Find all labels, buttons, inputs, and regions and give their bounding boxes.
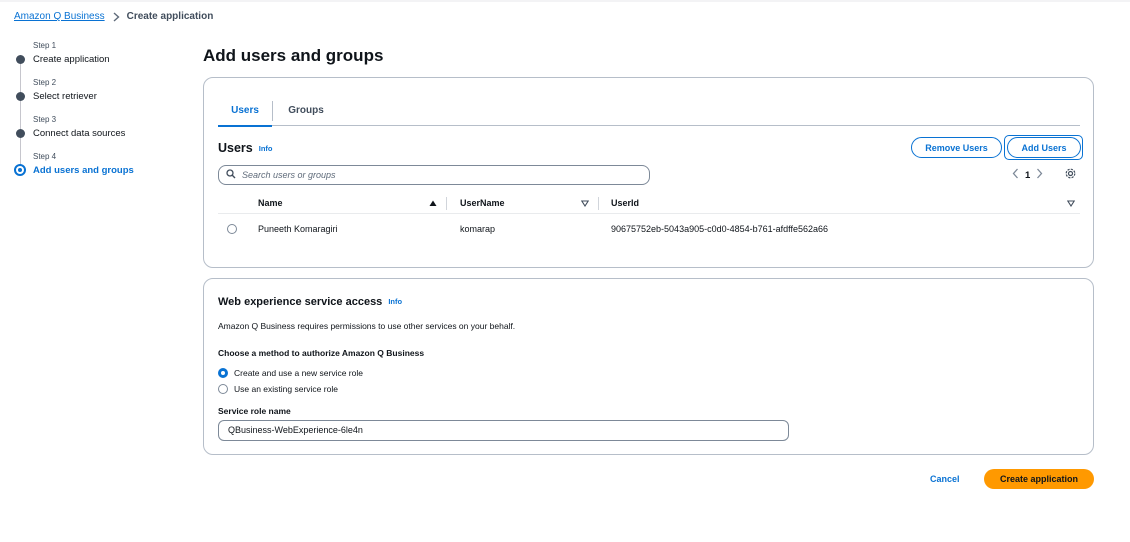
service-description: Amazon Q Business requires permissions t… bbox=[218, 321, 516, 331]
step-4: Step 4 Add users and groups bbox=[14, 152, 185, 189]
radio-unselected[interactable] bbox=[218, 384, 228, 394]
step-label: Create application bbox=[33, 54, 110, 65]
option-existing-role[interactable]: Use an existing service role bbox=[218, 384, 338, 394]
column-name[interactable]: Name bbox=[258, 198, 283, 208]
tab-users[interactable]: Users bbox=[218, 100, 272, 127]
column-divider bbox=[598, 197, 599, 210]
step-3[interactable]: Step 3 Connect data sources bbox=[15, 115, 185, 166]
step-number: Step 4 bbox=[33, 152, 57, 161]
remove-users-button[interactable]: Remove Users bbox=[911, 137, 1002, 158]
users-panel: Users Groups Users Info Remove Users Add … bbox=[203, 77, 1094, 268]
step-label: Select retriever bbox=[33, 91, 97, 102]
step-label: Add users and groups bbox=[33, 165, 134, 176]
cell-userid: 90675752eb-5043a905-c0d0-4854-b761-afdff… bbox=[611, 224, 829, 234]
table-header: Name UserName UserId bbox=[218, 194, 1080, 214]
radio-selected[interactable] bbox=[218, 368, 228, 378]
page-number[interactable]: 1 bbox=[1025, 170, 1030, 181]
table-row: Puneeth Komaragiri komarap 90675752eb-50… bbox=[218, 218, 1080, 242]
option-new-role[interactable]: Create and use a new service role bbox=[218, 368, 363, 378]
service-access-title: Web experience service access Info bbox=[218, 296, 402, 308]
breadcrumb: Amazon Q Business Create application bbox=[14, 11, 213, 22]
step-1[interactable]: Step 1 Create application bbox=[15, 41, 185, 92]
breadcrumb-current: Create application bbox=[126, 11, 214, 22]
search-placeholder: Search users or groups bbox=[242, 170, 336, 180]
column-userid[interactable]: UserId bbox=[611, 198, 639, 208]
pagination: 1 bbox=[1012, 168, 1043, 182]
method-label: Choose a method to authorize Amazon Q Bu… bbox=[218, 348, 425, 358]
users-heading: Users Info bbox=[218, 141, 273, 155]
option-existing-role-label: Use an existing service role bbox=[234, 384, 338, 394]
search-icon bbox=[226, 168, 236, 182]
search-input[interactable]: Search users or groups bbox=[218, 165, 650, 185]
cell-username: komarap bbox=[460, 224, 496, 234]
add-users-button[interactable]: Add Users bbox=[1007, 137, 1081, 158]
gear-icon[interactable] bbox=[1064, 167, 1077, 183]
service-info-link[interactable]: Info bbox=[388, 297, 402, 306]
step-number: Step 2 bbox=[33, 78, 57, 87]
column-divider bbox=[446, 197, 447, 210]
step-current-icon bbox=[14, 164, 26, 176]
step-number: Step 3 bbox=[33, 115, 57, 124]
chevron-right-icon bbox=[113, 11, 120, 22]
users-info-link[interactable]: Info bbox=[259, 144, 273, 153]
cell-name: Puneeth Komaragiri bbox=[258, 224, 338, 234]
users-heading-text: Users bbox=[218, 141, 253, 155]
service-role-name-label: Service role name bbox=[218, 406, 291, 416]
sort-caret-down-icon[interactable] bbox=[1066, 199, 1076, 210]
column-username[interactable]: UserName bbox=[460, 198, 505, 208]
page-title: Add users and groups bbox=[203, 46, 384, 65]
top-edge bbox=[0, 0, 1130, 2]
wizard-steps: Step 1 Create application Step 2 Select … bbox=[14, 41, 185, 189]
step-dot-icon bbox=[16, 92, 25, 101]
step-dot-icon bbox=[16, 129, 25, 138]
sort-ascending-icon[interactable] bbox=[429, 199, 437, 210]
sort-caret-down-icon[interactable] bbox=[580, 199, 590, 210]
option-new-role-label: Create and use a new service role bbox=[234, 368, 363, 378]
tab-groups[interactable]: Groups bbox=[278, 100, 334, 126]
create-application-button[interactable]: Create application bbox=[984, 469, 1094, 489]
tab-divider bbox=[272, 101, 273, 121]
step-number: Step 1 bbox=[33, 41, 57, 50]
breadcrumb-link-amazon-q-business[interactable]: Amazon Q Business bbox=[14, 11, 105, 22]
cancel-button[interactable]: Cancel bbox=[930, 474, 960, 484]
service-access-panel: Web experience service access Info Amazon… bbox=[203, 278, 1094, 455]
step-dot-icon bbox=[16, 55, 25, 64]
chevron-left-icon[interactable] bbox=[1012, 168, 1019, 182]
row-select-radio[interactable] bbox=[227, 224, 237, 234]
step-2[interactable]: Step 2 Select retriever bbox=[15, 78, 185, 129]
tabs: Users Groups bbox=[218, 100, 1080, 127]
service-access-title-text: Web experience service access bbox=[218, 296, 383, 308]
service-role-name-field[interactable]: QBusiness-WebExperience-6le4n bbox=[218, 420, 789, 441]
chevron-right-icon[interactable] bbox=[1036, 168, 1043, 182]
step-label: Connect data sources bbox=[33, 128, 126, 139]
